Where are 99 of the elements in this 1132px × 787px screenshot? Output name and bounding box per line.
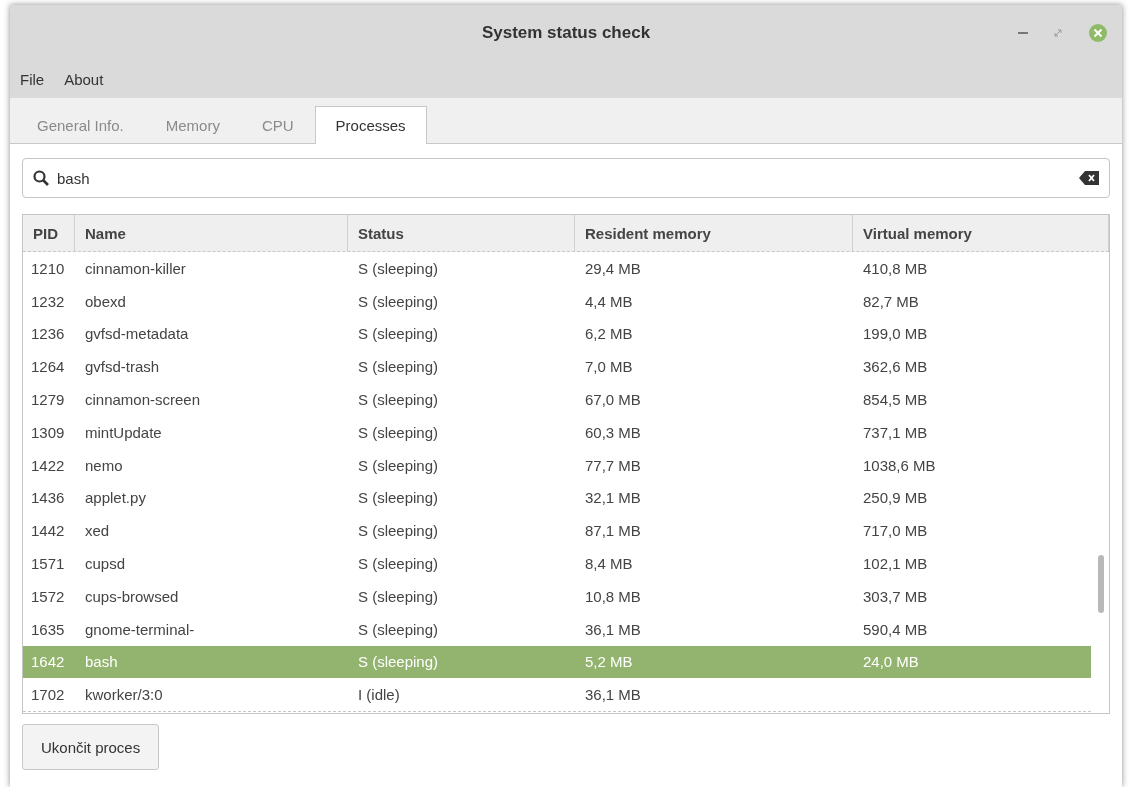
close-icon[interactable] [1088,23,1108,43]
table-cell-text: S (sleeping) [357,325,440,343]
table-cell-text: S (sleeping) [357,587,440,605]
table-cell-text: 1702 [30,686,66,704]
table-cell-text: kworker/3:0 [84,686,164,704]
table-cell-text: S (sleeping) [357,555,440,573]
table-row[interactable]: 1264 gvfsd-trash S (sleeping) 7,0 MB 362,6 MB [23,350,1091,384]
table-cell-text: gvfsd-metadata [84,325,190,343]
table-cell-text: 36,1 MB [584,620,642,638]
table-cell-text: S (sleeping) [357,620,440,638]
table-cell-text: 32,1 MB [584,489,642,507]
table-cell-text: 1635 [30,620,66,638]
search-field[interactable]: bash [22,158,1110,198]
table-row[interactable]: 1572 cups-browsed S (sleeping) 10,8 MB 303,7 MB [23,579,1091,613]
table-cell-text: 1279 [30,391,66,409]
table-cell-text: gvfsd-trash [84,358,161,376]
table-cell-text: cinnamon-killer [84,259,187,277]
table-cell-text: 717,0 MB [862,522,929,540]
table-row[interactable]: 1635 gnome-terminal- S (sleeping) 36,1 MB 590,4 MB [23,612,1091,646]
column-header[interactable]: Name [75,215,348,251]
table-cell-text: 1210 [30,259,66,277]
table-cell-text: xed [84,522,111,540]
table-cell-text: 1422 [30,456,66,474]
table-cell-text: nemo [84,456,124,474]
table-cell-text: 82,7 MB [862,292,920,310]
window-title: System status check [481,22,651,43]
menu-item[interactable]: File [10,70,55,88]
table-cell-text: applet.py [84,489,147,507]
table-cell-text: 1572 [30,587,66,605]
table-cell-text: cupsd [84,555,127,573]
column-header[interactable]: PID [23,215,75,251]
table-cell-text: 362,6 MB [862,358,929,376]
table-cell-text: gnome-terminal- [84,620,196,638]
table-cell-text: 5,2 MB [584,653,634,671]
table-row[interactable]: 1702 kworker/3:0 I (idle) 36,1 MB [23,678,1091,713]
table-cell-text: S (sleeping) [357,653,440,671]
table-cell-text: 10,8 MB [584,587,642,605]
table-row[interactable]: 1309 mintUpdate S (sleeping) 60,3 MB 737,1 MB [23,416,1091,449]
maximize-icon[interactable] [1054,29,1062,37]
search-icon [33,170,49,186]
table-cell-text: 8,4 MB [584,555,634,573]
table-cell-text: S (sleeping) [357,456,440,474]
table-cell-text: 102,1 MB [862,555,929,573]
tab[interactable]: Processes [314,106,427,144]
end-process-button[interactable]: Ukončit proces [22,724,160,770]
table-cell-text: I (idle) [357,686,401,704]
table-cell-text: 87,1 MB [584,522,642,540]
table-cell-text: 67,0 MB [584,391,642,409]
table-cell-text: 250,9 MB [862,489,929,507]
table-cell-text: 303,7 MB [862,587,929,605]
table-row[interactable]: 1571 cupsd S (sleeping) 8,4 MB 102,1 MB [23,547,1091,580]
table-row[interactable]: 1279 cinnamon-screen S (sleeping) 67,0 MB 854,5 MB [23,383,1091,416]
table-cell-text: S (sleeping) [357,489,440,507]
table-cell-text: 1642 [30,653,66,671]
table-cell-text: bash [84,653,119,671]
table-row[interactable]: 1436 applet.py S (sleeping) 32,1 MB 250,9 MB [23,481,1091,515]
table-row[interactable]: 1232 obexd S (sleeping) 4,4 MB 82,7 MB [23,284,1091,318]
table-cell-text: S (sleeping) [357,522,440,540]
table-cell-text: 737,1 MB [862,423,929,441]
table-cell-text: S (sleeping) [357,259,440,277]
table-cell-text: 7,0 MB [584,358,634,376]
column-header[interactable]: Status [348,215,575,251]
table-cell-text: 1038,6 MB [862,456,937,474]
table-cell-text: 199,0 MB [862,325,929,343]
clear-icon[interactable] [1079,171,1099,185]
table-cell-text: 1264 [30,358,66,376]
table-row[interactable]: 1422 nemo S (sleeping) 77,7 MB 1038,6 MB [23,448,1091,482]
column-header[interactable]: Virtual memory [853,215,1109,251]
table-cell-text: 29,4 MB [584,259,642,277]
table-cell-text: 60,3 MB [584,423,642,441]
table-cell-text: 1442 [30,522,66,540]
table-cell-text: 410,8 MB [862,259,929,277]
column-header[interactable]: Resident memory [575,215,853,251]
table-row[interactable]: 1442 xed S (sleeping) 87,1 MB 717,0 MB [23,514,1091,548]
table-cell-text: 854,5 MB [862,391,929,409]
table-cell-text: cups-browsed [84,587,180,605]
table-cell-text: S (sleeping) [357,423,440,441]
table-cell-text: 4,4 MB [584,292,634,310]
menu-item[interactable]: About [54,70,114,88]
table-cell-text: 36,1 MB [584,686,642,704]
table-cell-text: S (sleeping) [357,358,440,376]
table-cell-text: S (sleeping) [357,292,440,310]
minimize-icon[interactable] [1018,31,1028,35]
table-row[interactable]: 1210 cinnamon-killer S (sleeping) 29,4 MB 410,8 MB [23,252,1091,285]
table-cell-text: 590,4 MB [862,620,929,638]
table-cell-text: 1309 [30,423,66,441]
table-cell-text: 6,2 MB [584,325,634,343]
table-cell-text: 1232 [30,292,66,310]
table-cell-text: obexd [84,292,127,310]
table-cell-text: S (sleeping) [357,391,440,409]
table-cell-text: 77,7 MB [584,456,642,474]
table-cell-text: 1436 [30,489,66,507]
scrollbar-thumb[interactable] [1098,555,1104,613]
table-cell-text: 1236 [30,325,66,343]
table-cell-text: 24,0 MB [862,653,920,671]
table-cell-text: mintUpdate [84,423,163,441]
table-cell-text: cinnamon-screen [84,391,202,409]
table-cell-text: 1571 [30,555,66,573]
table-row[interactable]: 1236 gvfsd-metadata S (sleeping) 6,2 MB 199,0 MB [23,317,1091,351]
